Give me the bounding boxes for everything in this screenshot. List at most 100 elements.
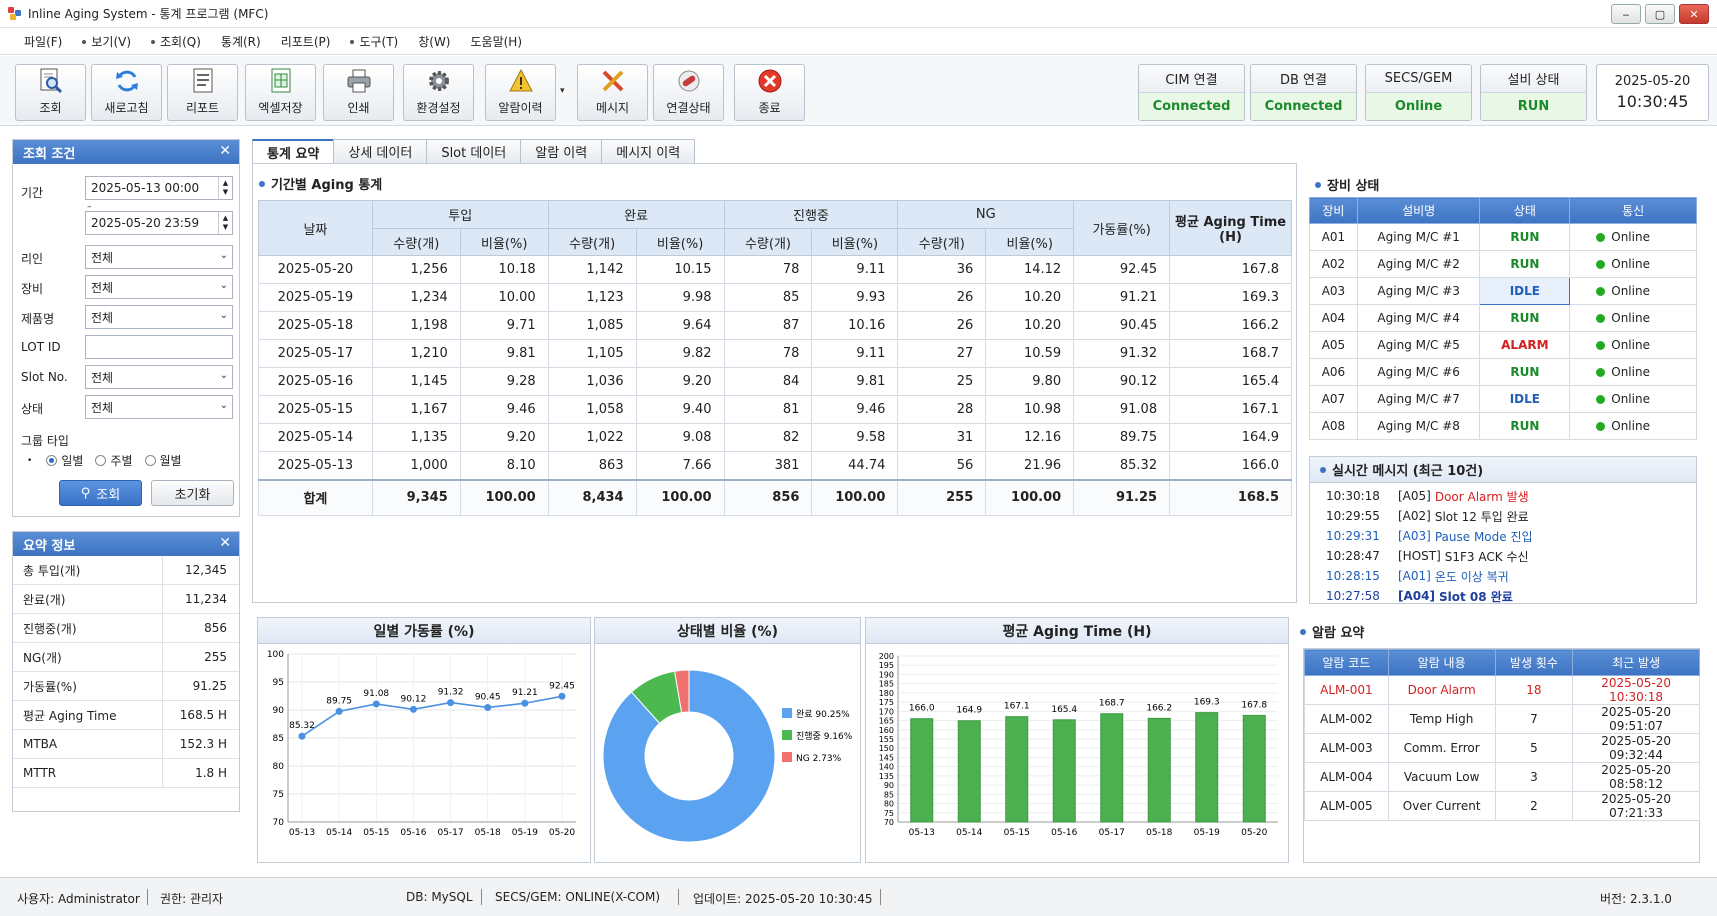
print-button[interactable]: 인쇄 — [323, 64, 394, 121]
message-item[interactable]: 10:29:55 [A02] Slot 12 투입 완료 — [1310, 506, 1696, 526]
db-connection-status: DB 연결 Connected — [1250, 64, 1357, 121]
menu-file[interactable]: 파일(F) — [14, 33, 72, 50]
close-window-button[interactable]: ✕ — [1679, 4, 1709, 24]
secs-gem-status: SECS/GEM Online — [1365, 64, 1472, 121]
chevron-down-icon: ⌄ — [219, 250, 228, 261]
tab-detail-data[interactable]: 상세 데이터 — [333, 139, 428, 163]
menu-window[interactable]: 창(W) — [408, 33, 460, 50]
equipment-row[interactable]: A05 Aging M/C #5 ALARM Online — [1309, 331, 1697, 359]
equipment-row[interactable]: A04 Aging M/C #4 RUN Online — [1309, 304, 1697, 332]
equip-id: A08 — [1309, 412, 1358, 440]
spin-buttons-icon[interactable]: ▲ ▼ — [218, 177, 232, 199]
message-item[interactable]: 10:29:31 [A03] Pause Mode 진입 — [1310, 526, 1696, 546]
equipment-row[interactable]: A02 Aging M/C #2 RUN Online — [1309, 250, 1697, 278]
message-panel: 실시간 메시지 (최근 10건) 10:30:18 [A05] Door Alarm… — [1309, 456, 1697, 604]
alarm-history-button[interactable]: 알람이력 — [485, 64, 556, 121]
menu-report[interactable]: 리포트(P) — [271, 33, 341, 50]
line-label: 리인 — [21, 252, 44, 266]
table-cell: 9.20 — [459, 423, 549, 452]
message-item[interactable]: 10:28:47 [HOST] S1F3 ACK 수신 — [1310, 546, 1696, 566]
data-label: 92.45 — [549, 681, 575, 691]
menu-view[interactable]: 보기(V) — [72, 33, 141, 50]
table-cell: 381 — [723, 451, 813, 480]
message-item[interactable]: 10:30:18 [A05] Door Alarm 발생 — [1310, 486, 1696, 506]
summary-value: 11,234 — [185, 592, 227, 606]
equip-name: Aging M/C #7 — [1356, 385, 1481, 413]
table-cell: 91.32 — [1073, 339, 1171, 368]
state-select[interactable]: 전체 ⌄ — [85, 395, 233, 419]
equipment-select[interactable]: 전체 ⌄ — [85, 275, 233, 299]
data-label: 91.32 — [438, 688, 464, 698]
summary-value: 255 — [204, 650, 227, 664]
alarm-row[interactable]: ALM-005 Over Current 2 2025-05-20 07:21:33 — [1304, 791, 1700, 821]
stats-table: 날짜 투입 완료 진행중 NG 가동률(%) 평균 Aging Time (H)… — [258, 200, 1292, 516]
message-item[interactable]: 10:28:15 [A01] 온도 이상 복귀 — [1310, 566, 1696, 586]
equipment-row[interactable]: A01 Aging M/C #1 RUN Online — [1309, 223, 1697, 251]
alarm-cell: ALM-005 — [1304, 791, 1389, 821]
tab-message-history[interactable]: 메시지 이력 — [601, 139, 696, 163]
y-tick-label: 175 — [879, 698, 894, 707]
table-cell: 1,123 — [547, 283, 637, 312]
table-cell: 1,234 — [371, 283, 461, 312]
alarm-row[interactable]: ALM-001 Door Alarm 18 2025-05-20 10:30:18 — [1304, 675, 1700, 705]
lot-id-input[interactable] — [85, 335, 233, 359]
menu-query[interactable]: 조회(Q) — [141, 33, 211, 50]
alarm-row[interactable]: ALM-004 Vacuum Low 3 2025-05-20 08:58:12 — [1304, 762, 1700, 792]
alarm-history-dropdown-icon[interactable]: ▾ — [560, 86, 565, 96]
refresh-button[interactable]: 새로고침 — [91, 64, 162, 121]
equipment-row[interactable]: A06 Aging M/C #6 RUN Online — [1309, 358, 1697, 386]
data-label: 166.2 — [1146, 703, 1172, 713]
message-text: Door Alarm 발생 — [1434, 489, 1529, 504]
line-select[interactable]: 전체 ⌄ — [85, 245, 233, 269]
y-tick-label: 150 — [879, 744, 894, 753]
tab-stats-summary[interactable]: 통계 요약 — [252, 139, 335, 164]
message-tag: [HOST] — [1398, 549, 1441, 563]
menu-tools[interactable]: 도구(T) — [340, 33, 408, 50]
start-datetime-input[interactable]: 2025-05-13 00:00 ▲ ▼ — [85, 176, 233, 200]
y-tick-label: 100 — [267, 650, 284, 660]
group-monthly-radio[interactable]: 월별 — [144, 452, 182, 469]
menu-help[interactable]: 도움말(H) — [461, 33, 533, 50]
exit-button[interactable]: 종료 — [734, 64, 805, 121]
tab-slot-data[interactable]: Slot 데이터 — [426, 139, 522, 163]
group-weekly-radio[interactable]: 주별 — [95, 452, 133, 469]
spin-buttons-icon[interactable]: ▲ ▼ — [218, 212, 232, 234]
alarm-row[interactable]: ALM-003 Comm. Error 5 2025-05-20 09:32:44 — [1304, 733, 1700, 763]
alarm-row[interactable]: ALM-002 Temp High 7 2025-05-20 09:51:07 — [1304, 704, 1700, 734]
tab-alarm-history[interactable]: 알람 이력 — [520, 139, 603, 163]
table-cell: 9.40 — [635, 395, 725, 424]
online-dot-icon — [1596, 314, 1606, 323]
message-item[interactable]: 10:27:58 [A04] Slot 08 완료 — [1310, 586, 1696, 606]
query-search-button[interactable]: ⚲ 조회 — [59, 480, 142, 506]
data-label: 85.32 — [289, 721, 315, 731]
group-daily-radio[interactable]: 일별 — [46, 452, 83, 469]
minimize-button[interactable]: ‒ — [1611, 4, 1641, 24]
menu-stats[interactable]: 통계(R) — [211, 33, 271, 50]
excel-save-button[interactable]: 엑셀저장 — [245, 64, 316, 121]
reset-button[interactable]: 초기화 — [151, 480, 234, 506]
refresh-icon — [114, 68, 140, 94]
equipment-row[interactable]: A08 Aging M/C #8 RUN Online — [1309, 412, 1697, 440]
report-button[interactable]: 리포트 — [167, 64, 238, 121]
table-cell: 31 — [897, 423, 987, 452]
x-tick-label: 05-18 — [1146, 828, 1172, 838]
end-datetime-input[interactable]: 2025-05-20 23:59 ▲ ▼ — [85, 211, 233, 235]
close-icon[interactable]: ✕ — [219, 143, 231, 159]
message-button[interactable]: 메시지 — [577, 64, 648, 121]
equip-name: Aging M/C #6 — [1356, 358, 1481, 386]
maximize-button[interactable]: ▢ — [1645, 4, 1675, 24]
col-equip-state: 상태 — [1479, 197, 1571, 224]
close-icon[interactable]: ✕ — [219, 535, 231, 551]
connection-status-button[interactable]: 연결상태 — [653, 64, 724, 121]
data-point — [335, 707, 343, 715]
equipment-row[interactable]: A03 Aging M/C #3 IDLE Online — [1309, 277, 1697, 305]
table-cell: 1,036 — [547, 367, 637, 396]
settings-button[interactable]: 환경설정 — [403, 64, 474, 121]
table-row: 2025-05-19 1,234 10.00 1,123 9.98 85 9.93 26 10.… — [258, 283, 1292, 312]
stats-title: 기간별 Aging 통계 — [271, 178, 383, 193]
alarm-cell: 2025-05-20 09:51:07 — [1572, 704, 1700, 734]
equipment-row[interactable]: A07 Aging M/C #7 IDLE Online — [1309, 385, 1697, 413]
product-select[interactable]: 전체 ⌄ — [85, 305, 233, 329]
slot-select[interactable]: 전체 ⌄ — [85, 365, 233, 389]
search-button[interactable]: 조회 — [15, 64, 86, 121]
